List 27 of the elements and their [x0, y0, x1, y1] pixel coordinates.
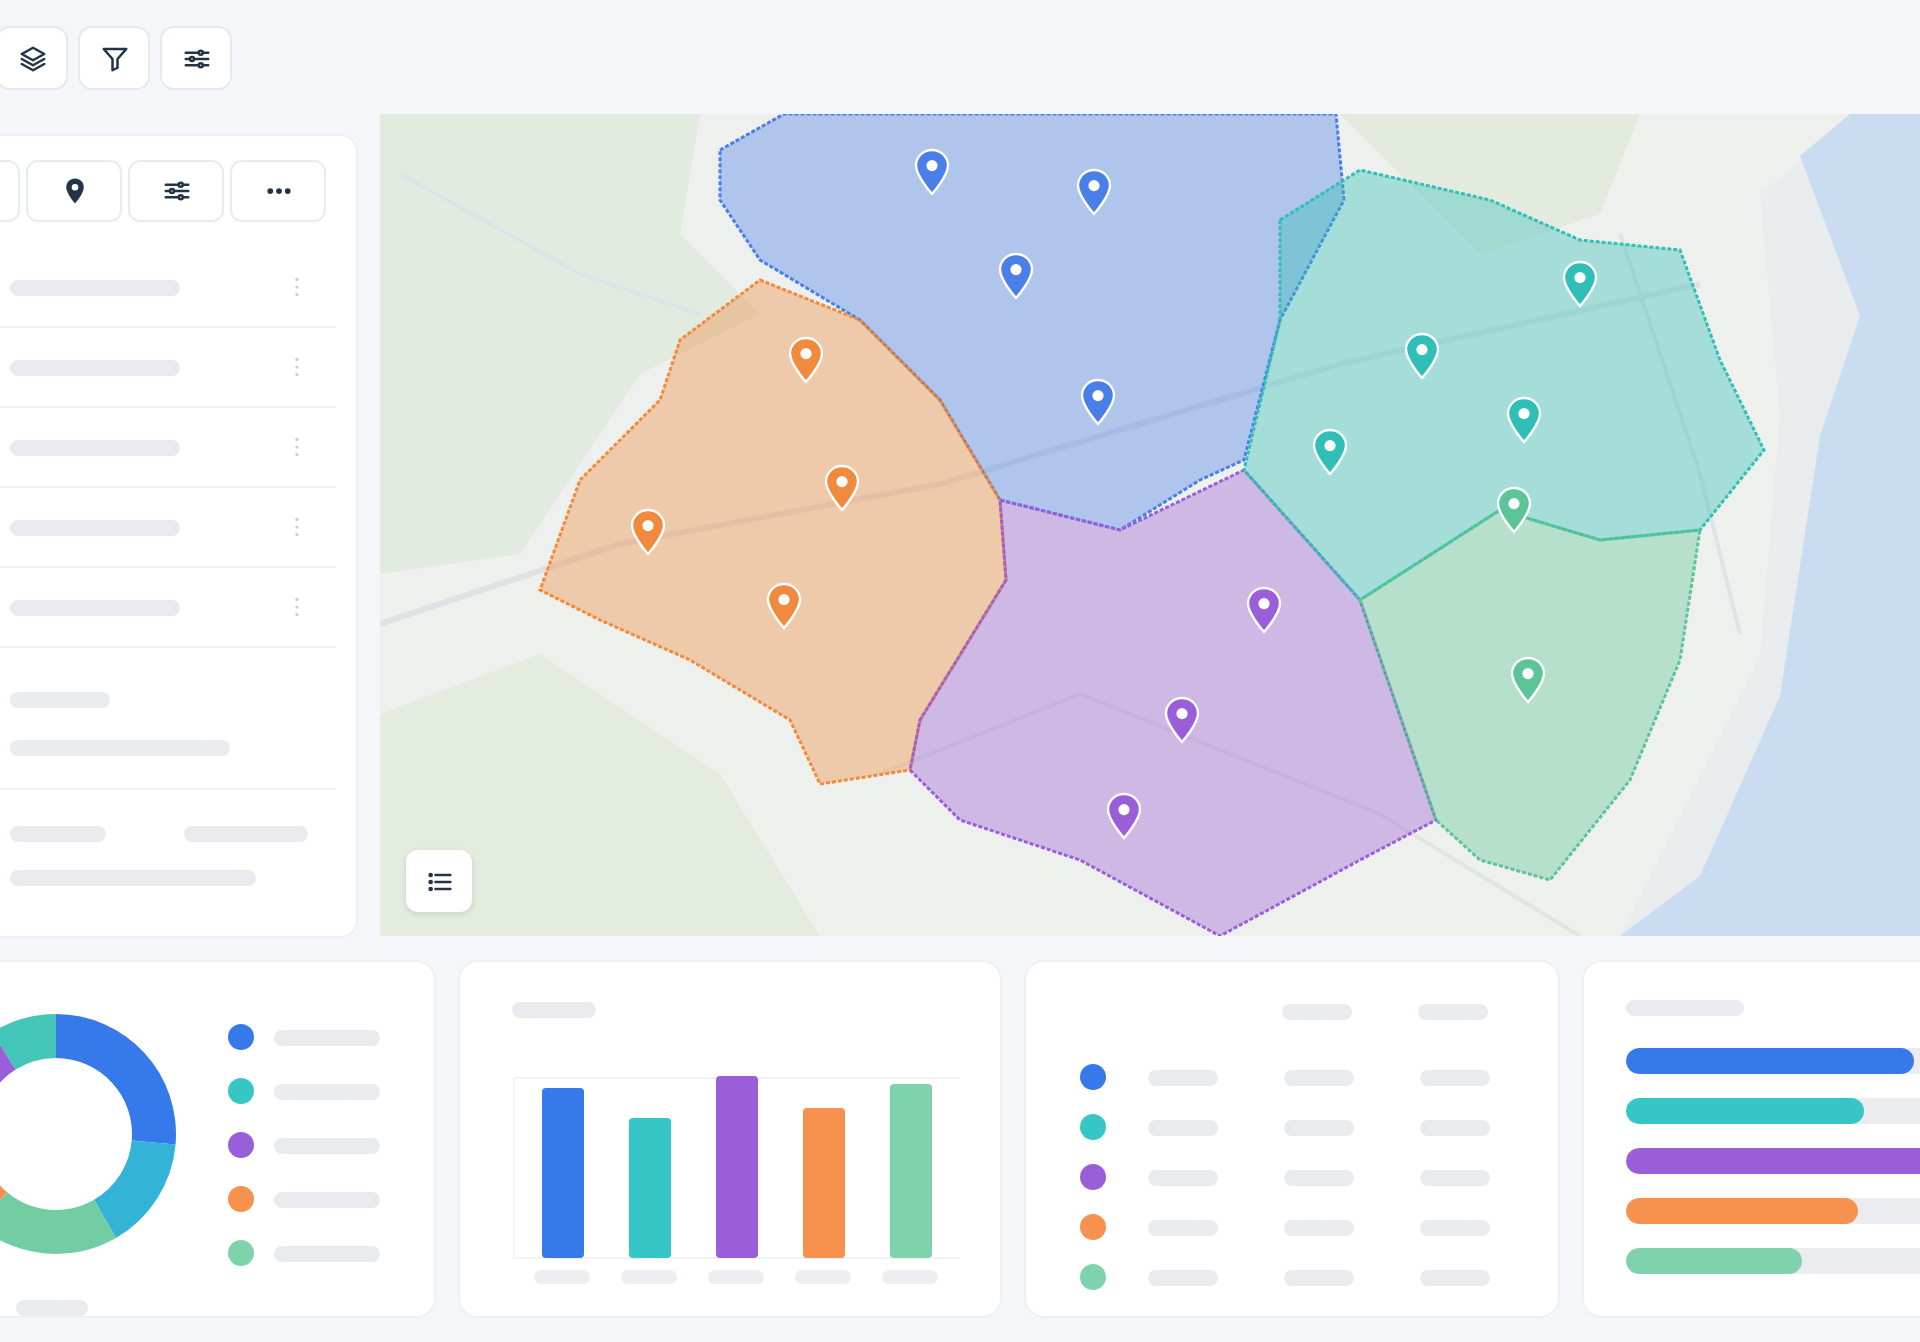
- list-icon: [425, 867, 453, 895]
- layers-icon: [17, 43, 47, 73]
- map-pin-icon[interactable]: [824, 464, 860, 512]
- map-pin-icon[interactable]: [1404, 332, 1440, 380]
- map-pin-icon[interactable]: [766, 582, 802, 630]
- toolbar-button[interactable]: [78, 26, 150, 90]
- sidebar-tab[interactable]: [26, 160, 122, 222]
- map-pin-icon[interactable]: [1080, 378, 1116, 426]
- map-pin-icon[interactable]: [914, 148, 950, 196]
- toolbar-button[interactable]: [160, 26, 232, 90]
- map-pin-icon[interactable]: [788, 336, 824, 384]
- map-pin-icon[interactable]: [998, 252, 1034, 300]
- map-pin-icon[interactable]: [1496, 486, 1532, 534]
- list-view-button[interactable]: [406, 850, 472, 912]
- map-pin-icon[interactable]: [1506, 396, 1542, 444]
- filter-icon: [99, 43, 129, 73]
- map-pin-icon[interactable]: [1106, 792, 1142, 840]
- sidebar-tab[interactable]: [128, 160, 224, 222]
- toolbar-button[interactable]: [0, 26, 68, 90]
- map-pin-icon[interactable]: [1164, 696, 1200, 744]
- map-pin-icon[interactable]: [1312, 428, 1348, 476]
- map-pin-icon[interactable]: [1510, 656, 1546, 704]
- sliders-icon: [161, 176, 191, 206]
- map-pin-icon[interactable]: [630, 508, 666, 556]
- map-pin-icon[interactable]: [1076, 168, 1112, 216]
- map-pin-icon[interactable]: [1562, 260, 1598, 308]
- map-pin-icon[interactable]: [1246, 586, 1282, 634]
